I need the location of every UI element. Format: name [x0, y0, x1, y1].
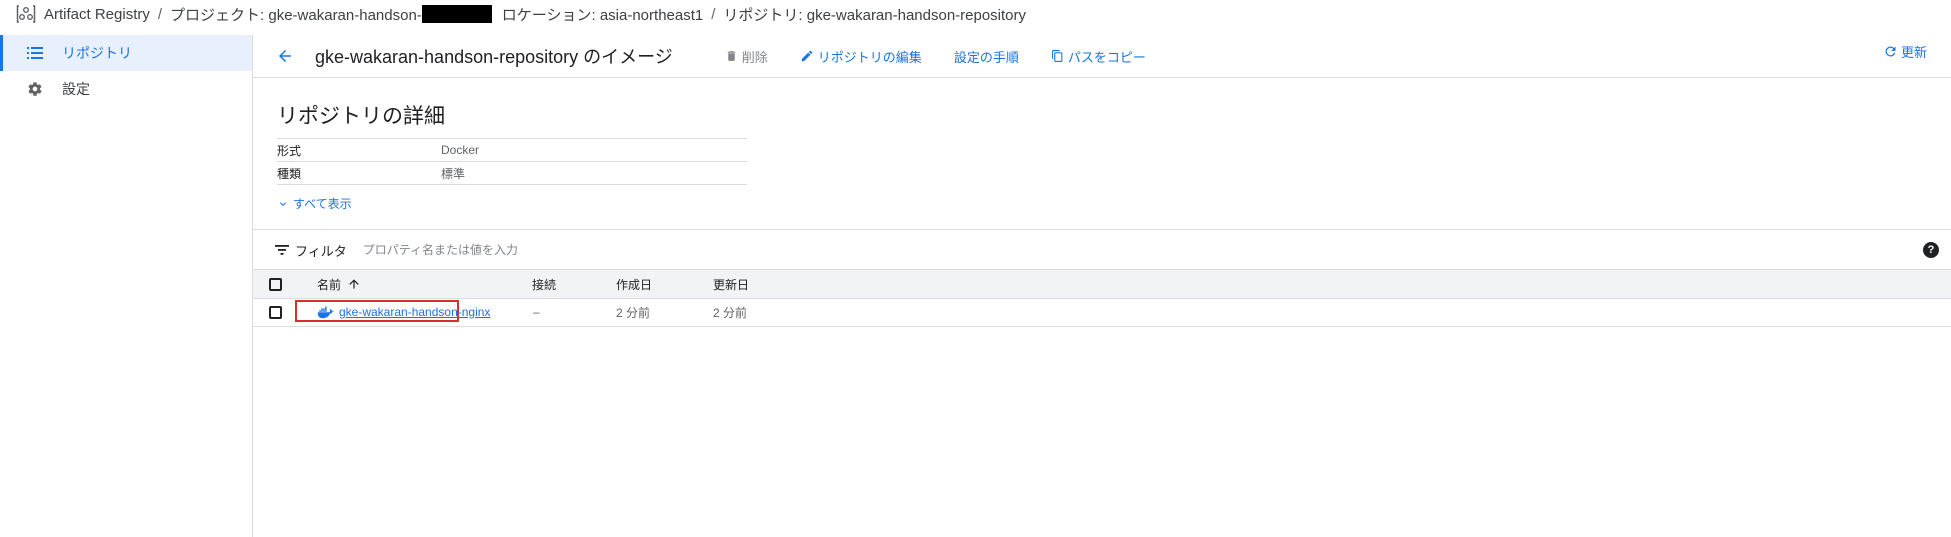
column-header-connection[interactable]: 接続: [532, 270, 556, 298]
image-name-link[interactable]: gke-wakaran-handson-nginx: [339, 305, 490, 319]
refresh-button[interactable]: 更新: [1883, 42, 1927, 61]
breadcrumb-location: ロケーション: asia-northeast1: [501, 6, 704, 24]
column-header-name[interactable]: 名前: [317, 270, 361, 298]
redacted-block: [421, 5, 492, 23]
docker-icon: [317, 306, 335, 318]
chevron-down-icon: [280, 201, 286, 206]
column-header-name-label: 名前: [317, 277, 342, 292]
refresh-label: 更新: [1900, 45, 1927, 60]
image-name-cell: gke-wakaran-handson-nginx: [317, 298, 490, 326]
page-title: gke-wakaran-handson-repository のイメージ: [315, 47, 673, 67]
refresh-icon: [1885, 46, 1896, 57]
breadcrumb-separator: /: [157, 5, 163, 23]
sidebar: リポジトリ 設定: [0, 35, 253, 537]
filter-label: フィルタ: [295, 243, 347, 259]
row-checkbox[interactable]: [269, 305, 282, 319]
back-arrow-icon[interactable]: [271, 42, 299, 70]
pencil-icon: [801, 50, 813, 62]
artifact-registry-logo-icon: [16, 3, 38, 25]
main-content: gke-wakaran-handson-repository のイメージ 削除 …: [253, 35, 1951, 537]
table-row[interactable]: gke-wakaran-handson-nginx – 2 分前 2 分前: [253, 298, 1951, 327]
details-row: 種類 標準: [277, 161, 747, 185]
breadcrumb-separator: /: [711, 5, 716, 23]
table-header: 名前 接続 作成日 更新日: [253, 269, 1951, 299]
copy-icon: [1051, 50, 1063, 62]
trash-icon: [727, 51, 736, 61]
gear-icon: [20, 81, 50, 97]
help-icon[interactable]: ?: [1923, 242, 1939, 258]
breadcrumb-product[interactable]: Artifact Registry: [44, 6, 150, 23]
show-all-label: すべて表示: [293, 197, 352, 211]
setup-label: 設定の手順: [953, 49, 1019, 65]
column-header-updated[interactable]: 更新日: [713, 270, 749, 298]
copy-path-label: パスをコピー: [1067, 49, 1146, 65]
setup-instructions-button[interactable]: 設定の手順: [954, 47, 1019, 66]
filter-bar: フィルタ ?: [253, 229, 1951, 270]
edit-repository-button[interactable]: リポジトリの編集: [800, 47, 922, 66]
breadcrumb: Artifact Registry / プロジェクト: gke-wakaran-…: [0, 0, 1951, 28]
filter-icon: [275, 244, 289, 256]
delete-label: 削除: [741, 49, 768, 65]
breadcrumb-repository[interactable]: リポジトリ: gke-wakaran-handson-repository: [723, 4, 1026, 25]
breadcrumb-project[interactable]: プロジェクト: gke-wakaran-handson-: [170, 4, 422, 25]
column-header-updated-label: 更新日: [713, 277, 750, 292]
repository-details: リポジトリの詳細 形式 Docker 種類 標準 すべて表示: [253, 78, 1951, 212]
updated-cell: 2 分前: [713, 305, 748, 320]
details-key: 種類: [277, 161, 441, 185]
created-cell: 2 分前: [616, 305, 651, 320]
sidebar-item-repositories[interactable]: リポジトリ: [0, 35, 252, 71]
sidebar-item-label: リポジトリ: [62, 45, 132, 61]
row-checkbox-cell: [269, 298, 282, 326]
select-all-checkbox[interactable]: [269, 277, 282, 291]
delete-button[interactable]: 削除: [725, 47, 768, 66]
toolbar: gke-wakaran-handson-repository のイメージ 削除 …: [253, 35, 1951, 78]
connection-cell: –: [533, 305, 540, 319]
details-value: 標準: [441, 161, 747, 185]
details-heading: リポジトリの詳細: [277, 105, 445, 128]
copy-path-button[interactable]: パスをコピー: [1051, 47, 1146, 66]
select-all-checkbox-cell: [269, 270, 282, 298]
details-value: Docker: [441, 138, 747, 162]
details-table: 形式 Docker 種類 標準: [277, 138, 747, 185]
sidebar-item-label: 設定: [62, 81, 90, 97]
list-icon: [20, 46, 50, 60]
details-row: 形式 Docker: [277, 138, 747, 162]
column-header-created[interactable]: 作成日: [616, 270, 652, 298]
sidebar-item-settings[interactable]: 設定: [0, 71, 252, 107]
show-all-button[interactable]: すべて表示: [277, 195, 1951, 212]
column-header-created-label: 作成日: [616, 277, 653, 292]
edit-label: リポジトリの編集: [817, 49, 922, 65]
details-key: 形式: [277, 138, 441, 162]
column-header-connection-label: 接続: [532, 277, 557, 292]
filter-input[interactable]: [360, 242, 665, 258]
sort-ascending-icon: [349, 279, 359, 289]
